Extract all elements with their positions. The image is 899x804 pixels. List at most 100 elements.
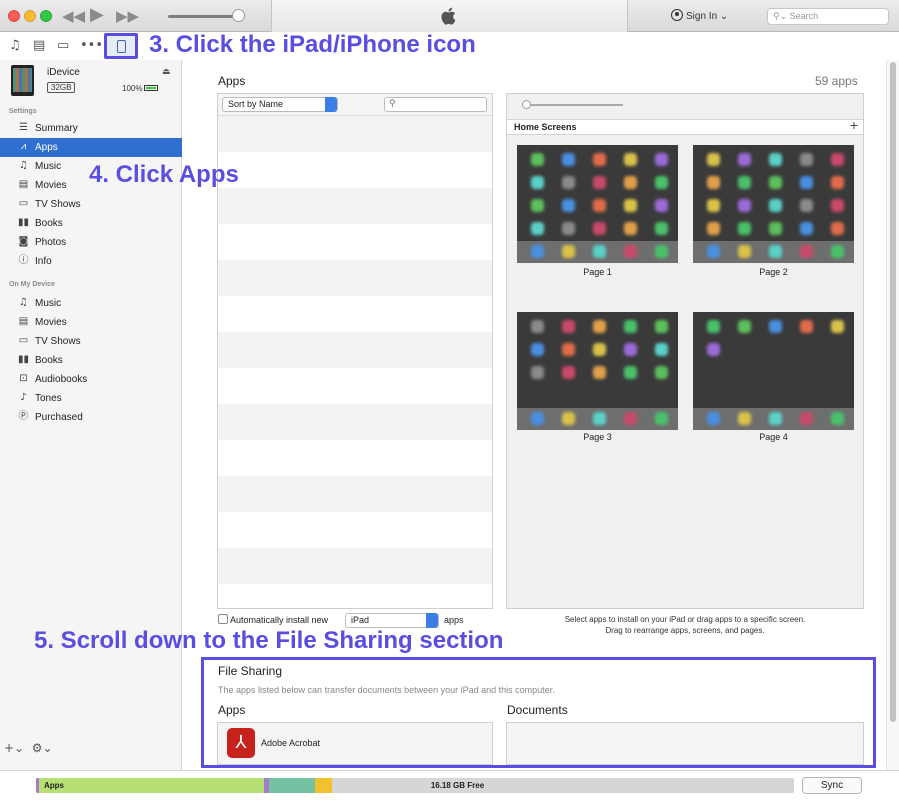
scroll-thumb[interactable]	[890, 62, 896, 722]
sidebar-item-device-books[interactable]: ▮▮ Books	[0, 351, 182, 370]
dock-icon-thumbnail	[707, 245, 720, 258]
sidebar-item-device-movies[interactable]: ▤ Movies	[0, 313, 182, 332]
sidebar-item-label: Summary	[35, 123, 78, 134]
app-icon-thumbnail	[707, 176, 720, 189]
app-list: Sort by Name ⚲	[217, 93, 493, 609]
list-row	[218, 476, 492, 512]
dock-icon-thumbnail	[531, 245, 544, 258]
tv-icon[interactable]: ▭	[57, 38, 69, 53]
sidebar-item-label: TV Shows	[35, 336, 81, 347]
app-icon-thumbnail	[531, 176, 544, 189]
file-sharing-title: File Sharing	[218, 664, 283, 678]
sidebar-item-tv-shows[interactable]: ▭ TV Shows	[0, 195, 182, 214]
app-icon-thumbnail	[800, 153, 813, 166]
app-icon-thumbnail	[593, 320, 606, 333]
device-button[interactable]	[104, 33, 138, 59]
app-icon-thumbnail	[655, 366, 668, 379]
fast-forward-icon[interactable]: ▶▶	[116, 7, 139, 25]
step3-annotation: 3. Click the iPad/iPhone icon	[149, 31, 476, 58]
dock-icon-thumbnail	[531, 412, 544, 425]
ipad-icon	[117, 40, 126, 53]
sidebar-item-device-purchased[interactable]: Ⓟ Purchased	[0, 408, 182, 427]
minimize-window-button[interactable]	[24, 10, 36, 22]
app-icon-thumbnail	[738, 320, 751, 333]
sidebar-item-label: Music	[35, 298, 62, 309]
sign-in-button[interactable]: Sign In ⌄	[671, 9, 728, 22]
acrobat-icon: ⅄	[227, 728, 255, 758]
sidebar-item-label: Books	[35, 355, 63, 366]
app-icon-thumbnail	[769, 222, 782, 235]
home-screens-label: Home Screens	[514, 122, 577, 132]
app-icon-thumbnail	[831, 222, 844, 235]
movies-icon[interactable]: ▤	[33, 38, 45, 53]
more-icon[interactable]: •••	[80, 38, 103, 53]
close-window-button[interactable]	[8, 10, 20, 22]
add-page-icon[interactable]: +	[850, 117, 858, 133]
app-icon-thumbnail	[562, 343, 575, 356]
sidebar-item-device-tones[interactable]: ♪ Tones	[0, 389, 182, 408]
zoom-window-button[interactable]	[40, 10, 52, 22]
dock-icon-thumbnail	[800, 245, 813, 258]
app-icon-thumbnail	[624, 343, 637, 356]
app-count: 59 apps	[815, 74, 858, 88]
books-icon: ▮▮	[17, 217, 29, 228]
sidebar-item-device-tv-shows[interactable]: ▭ TV Shows	[0, 332, 182, 351]
screens-hint-line2: Drag to rearrange apps, screens, and pag…	[605, 626, 765, 635]
sync-button[interactable]: Sync	[802, 777, 862, 794]
app-icon-thumbnail	[593, 199, 606, 212]
home-page-thumbnail[interactable]	[693, 312, 854, 430]
rewind-icon[interactable]: ◀◀	[62, 7, 85, 25]
sidebar-item-device-audiobooks[interactable]: ⊡ Audiobooks	[0, 370, 182, 389]
home-page-thumbnail[interactable]	[517, 312, 678, 430]
search-placeholder: Search	[789, 11, 819, 21]
music-icon[interactable]: ♫	[9, 38, 21, 53]
scrollbar[interactable]	[886, 60, 899, 770]
zoom-slider[interactable]	[525, 104, 623, 106]
chevron-down-icon	[325, 97, 337, 112]
sidebar-item-info[interactable]: ⓘ Info	[0, 252, 182, 271]
app-icon-thumbnail	[800, 199, 813, 212]
music-icon: ♫	[19, 160, 28, 171]
sidebar-footer: +⌄ ⚙⌄	[4, 741, 53, 755]
app-icon-thumbnail	[624, 199, 637, 212]
camera-icon: ◙	[18, 236, 29, 247]
gear-icon[interactable]: ⚙⌄	[32, 741, 53, 755]
app-icon-thumbnail	[531, 343, 544, 356]
app-icon-thumbnail	[655, 222, 668, 235]
capacity-bar: Apps 16.18 GB Free	[36, 778, 794, 793]
volume-knob[interactable]	[232, 9, 245, 22]
app-icon-thumbnail	[562, 176, 575, 189]
dock-icon-thumbnail	[624, 412, 637, 425]
add-icon[interactable]: +⌄	[4, 741, 24, 755]
sidebar-item-summary[interactable]: ☰ Summary	[0, 119, 182, 138]
app-search-input[interactable]: ⚲	[384, 97, 487, 112]
sort-select[interactable]: Sort by Name	[222, 97, 338, 112]
device-type-select[interactable]: iPad	[345, 613, 439, 628]
app-icon-thumbnail	[562, 199, 575, 212]
home-page-thumbnail[interactable]	[693, 145, 854, 263]
list-row	[218, 188, 492, 224]
page-caption: Page 1	[583, 267, 612, 277]
app-icon-thumbnail	[707, 343, 720, 356]
list-row	[218, 584, 492, 608]
dock-icon-thumbnail	[831, 412, 844, 425]
home-page-thumbnail[interactable]	[517, 145, 678, 263]
sidebar-item-apps[interactable]: ⩘ Apps	[0, 138, 182, 157]
sidebar-item-books[interactable]: ▮▮ Books	[0, 214, 182, 233]
eject-icon[interactable]: ⏏	[162, 66, 171, 77]
app-icon-thumbnail	[655, 199, 668, 212]
app-icon-thumbnail	[562, 320, 575, 333]
sidebar-item-label: Photos	[35, 237, 67, 248]
sidebar-item-device-music[interactable]: ♫ Music	[0, 294, 182, 313]
auto-install-checkbox[interactable]: Automatically install new	[218, 614, 328, 625]
zoom-knob[interactable]	[522, 100, 531, 109]
search-input[interactable]: ⚲⌄ Search	[767, 8, 889, 25]
list-row	[218, 548, 492, 584]
file-sharing-apps-header: Apps	[218, 703, 246, 717]
checkbox[interactable]	[218, 614, 228, 624]
volume-slider[interactable]	[168, 15, 240, 18]
sidebar-item-photos[interactable]: ◙ Photos	[0, 233, 182, 252]
sidebar-item-label: Movies	[35, 180, 67, 191]
play-icon[interactable]: ▶	[90, 4, 104, 25]
music-icon: ♫	[19, 297, 28, 308]
